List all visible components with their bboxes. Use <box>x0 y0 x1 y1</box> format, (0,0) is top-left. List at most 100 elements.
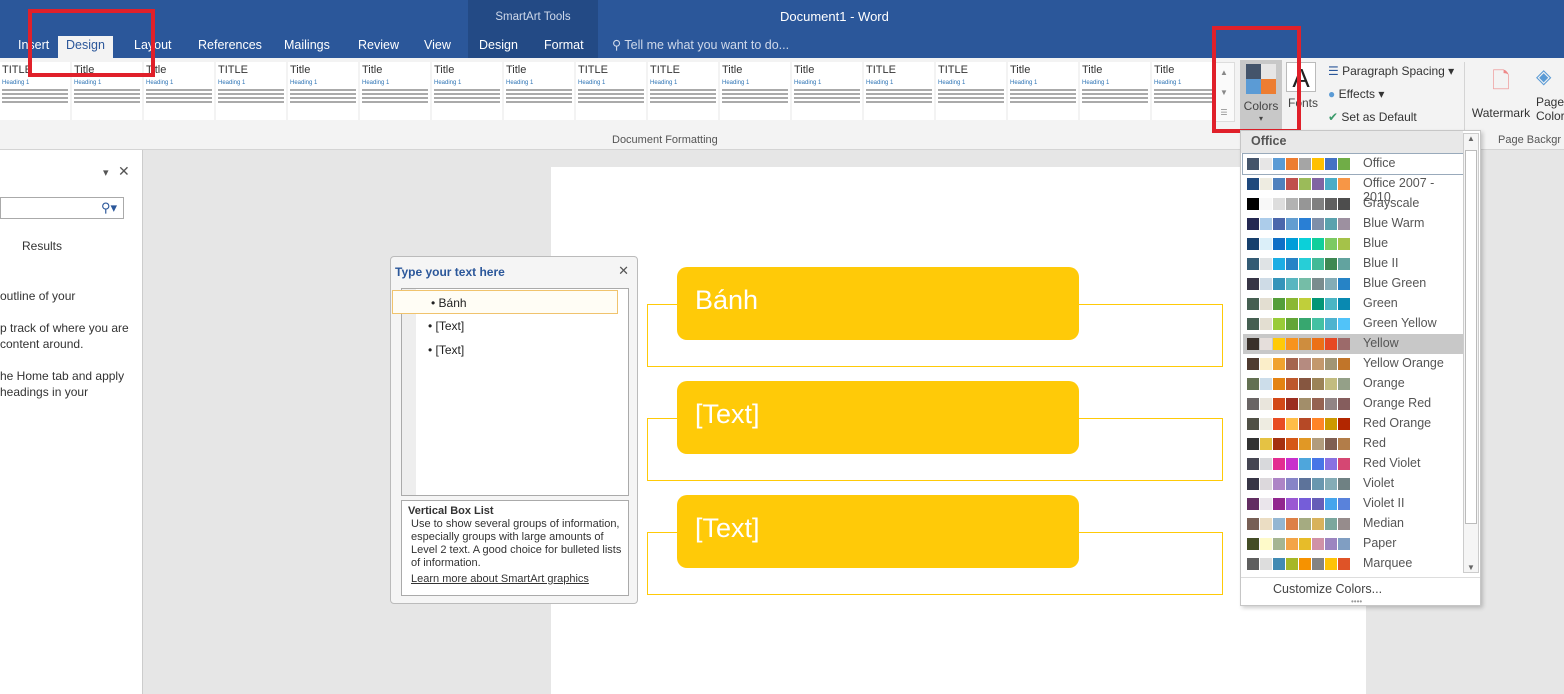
style-set-thumbnail[interactable]: TITLE Heading 1 <box>216 62 286 120</box>
tell-me-search[interactable]: ⚲ Tell me what you want to do... <box>612 37 789 52</box>
color-swatch <box>1286 218 1298 230</box>
color-swatch <box>1273 558 1285 570</box>
color-swatch <box>1338 518 1350 530</box>
color-swatch <box>1325 398 1337 410</box>
color-theme-item[interactable]: Violet <box>1243 474 1463 494</box>
color-swatch <box>1325 238 1337 250</box>
color-theme-item[interactable]: Office <box>1242 153 1464 175</box>
color-swatch <box>1247 438 1259 450</box>
effects-button[interactable]: ● Effects ▾ <box>1328 87 1384 101</box>
color-swatch <box>1260 258 1272 270</box>
color-theme-item[interactable]: Paper <box>1243 534 1463 554</box>
color-swatch <box>1338 558 1350 570</box>
bullet-item[interactable]: • Bánh <box>392 290 618 314</box>
color-swatch <box>1247 238 1259 250</box>
style-set-thumbnail[interactable]: Title Heading 1 <box>504 62 574 120</box>
layout-description: Vertical Box List Use to show several gr… <box>401 500 629 596</box>
smartart-shape[interactable]: Bánh <box>677 267 1079 340</box>
color-theme-item[interactable]: Blue <box>1243 234 1463 254</box>
smartart-shape[interactable]: [Text] <box>677 495 1079 568</box>
smartart-shape[interactable]: [Text] <box>677 381 1079 454</box>
color-swatch <box>1286 418 1298 430</box>
color-swatch <box>1273 198 1285 210</box>
color-theme-item[interactable]: Yellow <box>1243 334 1463 354</box>
color-swatch <box>1286 238 1298 250</box>
close-icon[interactable]: ✕ <box>618 263 629 279</box>
style-set-thumbnail[interactable]: TITLE Heading 1 <box>864 62 934 120</box>
learn-more-link[interactable]: Learn more about SmartArt graphics <box>408 573 622 586</box>
style-set-thumbnail[interactable]: TITLE Heading 1 <box>936 62 1006 120</box>
color-swatch <box>1247 198 1259 210</box>
color-swatch <box>1338 538 1350 550</box>
style-set-thumbnail[interactable]: Title Heading 1 <box>792 62 862 120</box>
color-swatch <box>1338 198 1350 210</box>
color-theme-item[interactable]: Grayscale <box>1243 194 1463 214</box>
results-tab[interactable]: Results <box>22 239 62 253</box>
text-pane-editor[interactable]: • Bánh • [Text] • [Text] <box>392 288 629 496</box>
scrollbar[interactable]: ▲ ▼ <box>1463 133 1479 573</box>
group-label-page-background: Page Backgr <box>1498 134 1561 146</box>
tab-references[interactable]: References <box>190 36 270 58</box>
color-swatch <box>1273 238 1285 250</box>
color-theme-item[interactable]: Orange Red <box>1243 394 1463 414</box>
color-swatch <box>1299 338 1311 350</box>
bullet-item[interactable]: • [Text] <box>416 338 628 362</box>
color-swatch <box>1299 558 1311 570</box>
color-swatch <box>1247 558 1259 570</box>
paragraph-spacing-button[interactable]: ☰ Paragraph Spacing ▾ <box>1328 64 1454 78</box>
search-icon: ⚲▾ <box>100 200 117 215</box>
style-set-thumbnail[interactable]: Title Heading 1 <box>360 62 430 120</box>
color-swatch <box>1325 558 1337 570</box>
page-color-button[interactable]: ◈ Page Color <box>1536 64 1564 123</box>
bullet-item[interactable]: • [Text] <box>416 314 628 338</box>
tab-design-smartart[interactable]: Design <box>471 36 526 58</box>
scroll-thumb[interactable] <box>1465 150 1477 524</box>
scroll-down-icon[interactable]: ▼ <box>1464 563 1478 572</box>
color-swatch <box>1299 178 1311 190</box>
color-swatch <box>1325 438 1337 450</box>
close-icon[interactable]: ✕ <box>118 163 130 180</box>
color-theme-item[interactable]: Office 2007 - 2010 <box>1243 174 1463 204</box>
color-theme-item[interactable]: Median <box>1243 514 1463 534</box>
tab-format[interactable]: Format <box>536 36 592 58</box>
customize-colors-item[interactable]: Customize Colors... <box>1273 582 1382 596</box>
color-theme-item[interactable]: Green Yellow <box>1243 314 1463 334</box>
tab-view[interactable]: View <box>416 36 459 58</box>
window-title: Document1 - Word <box>780 9 889 24</box>
color-theme-item[interactable]: Blue Warm <box>1243 214 1463 234</box>
style-set-thumbnail[interactable]: Title Heading 1 <box>432 62 502 120</box>
style-set-thumbnail[interactable]: Title Heading 1 <box>288 62 358 120</box>
pane-options-icon[interactable]: ▾ <box>103 166 109 179</box>
style-set-thumbnail[interactable]: Title Heading 1 <box>720 62 790 120</box>
color-swatch <box>1286 178 1298 190</box>
group-label-document-formatting: Document Formatting <box>612 134 718 146</box>
color-swatch <box>1338 338 1350 350</box>
scroll-up-icon[interactable]: ▲ <box>1464 134 1478 143</box>
search-input[interactable]: ⚲▾ <box>0 197 124 219</box>
color-theme-item[interactable]: Marquee <box>1243 554 1463 574</box>
color-theme-item[interactable]: Red Orange <box>1243 414 1463 434</box>
tab-review[interactable]: Review <box>350 36 407 58</box>
style-set-thumbnail[interactable]: TITLE Heading 1 <box>576 62 646 120</box>
color-theme-item[interactable]: Green <box>1243 294 1463 314</box>
color-swatch <box>1260 438 1272 450</box>
style-set-thumbnail[interactable]: TITLE Heading 1 <box>648 62 718 120</box>
tab-mailings[interactable]: Mailings <box>276 36 338 58</box>
color-theme-item[interactable]: Orange <box>1243 374 1463 394</box>
watermark-button[interactable]: 🗋 Watermark <box>1470 64 1532 120</box>
color-swatch <box>1338 398 1350 410</box>
color-swatch <box>1273 438 1285 450</box>
color-theme-item[interactable]: Yellow Orange <box>1243 354 1463 374</box>
color-theme-item[interactable]: Blue Green <box>1243 274 1463 294</box>
style-set-thumbnail[interactable]: Title Heading 1 <box>1008 62 1078 120</box>
color-swatch <box>1273 278 1285 290</box>
color-theme-item[interactable]: Blue II <box>1243 254 1463 274</box>
color-theme-item[interactable]: Red Violet <box>1243 454 1463 474</box>
color-swatch <box>1299 418 1311 430</box>
style-set-thumbnail[interactable]: Title Heading 1 <box>1080 62 1150 120</box>
color-theme-item[interactable]: Violet II <box>1243 494 1463 514</box>
color-swatch <box>1299 378 1311 390</box>
color-theme-item[interactable]: Red <box>1243 434 1463 454</box>
set-as-default-button[interactable]: ✔ Set as Default <box>1328 110 1417 124</box>
color-swatch <box>1273 358 1285 370</box>
